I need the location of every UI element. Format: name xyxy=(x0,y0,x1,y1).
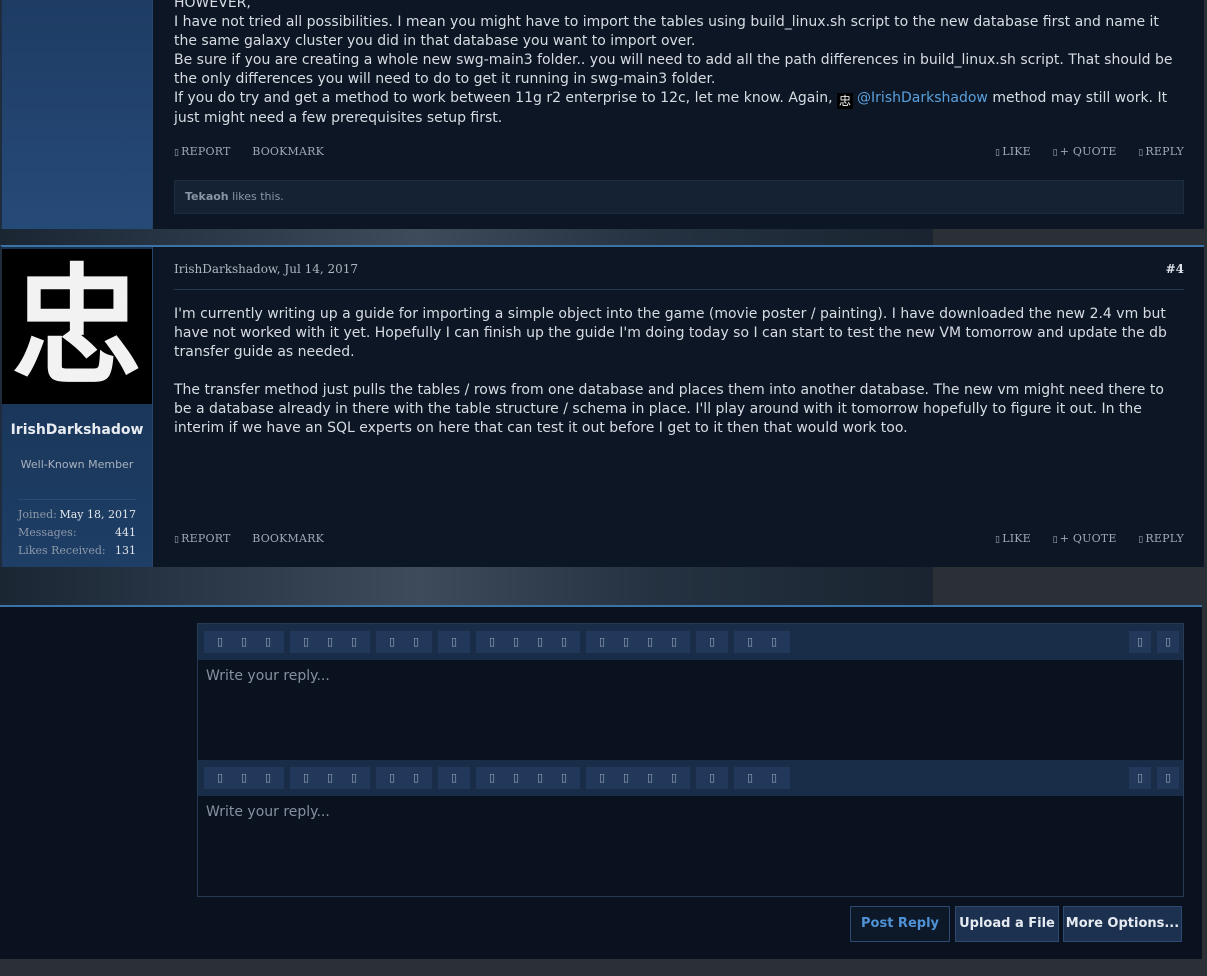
username-link[interactable]: IrishDarkshadow xyxy=(2,420,152,440)
undo-button[interactable]: ▯ xyxy=(700,767,724,789)
font-size-button[interactable]: ▯ xyxy=(342,631,366,653)
like-link[interactable]: ▯ LIKE xyxy=(995,532,1031,545)
post-message: I'm currently writing up a guide for imp… xyxy=(174,305,1184,438)
author-date-link[interactable]: IrishDarkshadow, Jul 14, 2017 xyxy=(174,262,358,276)
unlink-button[interactable]: ▯ xyxy=(404,631,428,653)
background-banner-strip xyxy=(0,229,933,245)
stat-label: Likes Received: xyxy=(18,544,106,557)
smilies-button[interactable]: ▯ xyxy=(480,631,504,653)
reply-link[interactable]: ▯ REPLY xyxy=(1138,532,1184,545)
quote-link[interactable]: ▯ + QUOTE xyxy=(1053,532,1117,545)
redo-button[interactable]: ▯ xyxy=(738,767,762,789)
align-button[interactable]: ▯ xyxy=(442,631,466,653)
post-meta: IrishDarkshadow, Jul 14, 2017 #4 xyxy=(174,262,1184,290)
save-draft-button[interactable]: ▯ xyxy=(1129,631,1151,653)
background-banner-strip xyxy=(0,565,933,605)
stat-label: Joined: xyxy=(18,508,57,521)
font-family-button[interactable]: ▯ xyxy=(318,767,342,789)
post-3: HOWEVER, I have not tried all possibilit… xyxy=(0,0,1204,229)
underline-button[interactable]: ▯ xyxy=(256,631,280,653)
avatar[interactable]: 忠 xyxy=(2,249,152,404)
toggle-bbcode-button[interactable]: ▯ xyxy=(1157,767,1179,789)
liker-name-link[interactable]: Tekaoh xyxy=(185,190,229,203)
insert-button[interactable]: ▯ xyxy=(552,631,576,653)
message-paragraph: The transfer method just pulls the table… xyxy=(174,382,1164,436)
stat-messages: Messages: 441 xyxy=(18,526,136,544)
remove-format-button[interactable]: ▯ xyxy=(762,767,786,789)
editor-toolbar: ▯ ▯ ▯ ▯ ▯ ▯ ▯ ▯ ▯ ▯ ▯ ▯ ▯ ▯ ▯ ▯ ▯ ▯ ▯ ▯ ▯ ▯ xyxy=(198,624,1183,660)
ordered-list-button[interactable]: ▯ xyxy=(614,631,638,653)
post-number-link[interactable]: #4 xyxy=(1166,262,1184,276)
reply-textarea[interactable]: Write your reply... xyxy=(198,660,1183,760)
smilies-button[interactable]: ▯ xyxy=(480,767,504,789)
reply-textarea[interactable]: Write your reply... xyxy=(198,796,1183,896)
reply-editor: ▯ ▯ ▯ ▯ ▯ ▯ ▯ ▯ ▯ ▯ ▯ ▯ ▯ ▯ ▯ ▯ ▯ ▯ ▯ ▯ ▯ ▯ Write yo… xyxy=(197,623,1184,897)
unlink-button[interactable]: ▯ xyxy=(404,767,428,789)
indent-button[interactable]: ▯ xyxy=(662,767,686,789)
likes-suffix: likes this. xyxy=(232,190,284,203)
media-button[interactable]: ▯ xyxy=(528,631,552,653)
bold-button[interactable]: ▯ xyxy=(208,631,232,653)
media-button[interactable]: ▯ xyxy=(528,767,552,789)
stat-label: Messages: xyxy=(18,526,77,539)
italic-button[interactable]: ▯ xyxy=(232,631,256,653)
user-stats: Joined: May 18, 2017 Messages: 441 Likes… xyxy=(18,499,136,562)
outdent-button[interactable]: ▯ xyxy=(638,631,662,653)
font-family-button[interactable]: ▯ xyxy=(318,631,342,653)
text-color-button[interactable]: ▯ xyxy=(294,767,318,789)
ordered-list-button[interactable]: ▯ xyxy=(614,767,638,789)
stat-joined: Joined: May 18, 2017 xyxy=(18,508,136,526)
insert-button[interactable]: ▯ xyxy=(552,767,576,789)
thumbs-up-icon: ▯ xyxy=(995,535,1001,545)
divider xyxy=(18,499,136,500)
image-button[interactable]: ▯ xyxy=(504,631,528,653)
bookmark-link[interactable]: BOOKMARK xyxy=(252,532,324,545)
undo-button[interactable]: ▯ xyxy=(700,631,724,653)
list-button[interactable]: ▯ xyxy=(590,767,614,789)
link-button[interactable]: ▯ xyxy=(380,631,404,653)
font-size-button[interactable]: ▯ xyxy=(342,767,366,789)
post-reply-button[interactable]: Post Reply xyxy=(850,906,950,942)
more-options-button[interactable]: More Options... xyxy=(1063,906,1182,942)
editor-toolbar: ▯ ▯ ▯ ▯ ▯ ▯ ▯ ▯ ▯ ▯ ▯ ▯ ▯ ▯ ▯ ▯ ▯ ▯ ▯ ▯ ▯ ▯ xyxy=(198,760,1183,796)
upload-file-button[interactable]: Upload a File xyxy=(955,906,1059,942)
save-draft-button[interactable]: ▯ xyxy=(1129,767,1151,789)
stat-value: 441 xyxy=(115,526,136,539)
stat-value: May 18, 2017 xyxy=(59,508,136,521)
user-title: Well-Known Member xyxy=(20,458,134,471)
post-user-column xyxy=(2,0,153,229)
post-4: 忠 IrishDarkshadow Well-Known Member Join… xyxy=(0,245,1204,567)
remove-format-button[interactable]: ▯ xyxy=(762,631,786,653)
bold-button[interactable]: ▯ xyxy=(208,767,232,789)
list-button[interactable]: ▯ xyxy=(590,631,614,653)
post-body: IrishDarkshadow, Jul 14, 2017 #4 I'm cur… xyxy=(174,247,1184,567)
likes-area: Tekaoh likes this. xyxy=(174,0,1184,229)
image-button[interactable]: ▯ xyxy=(504,767,528,789)
stat-value: 131 xyxy=(115,544,136,557)
post-user-column: 忠 IrishDarkshadow Well-Known Member Join… xyxy=(2,247,153,567)
report-link[interactable]: ▯ REPORT xyxy=(174,532,231,545)
stat-likes-received: Likes Received: 131 xyxy=(18,544,136,562)
reply-icon: ▯ xyxy=(1138,535,1144,545)
link-button[interactable]: ▯ xyxy=(380,767,404,789)
text-color-button[interactable]: ▯ xyxy=(294,631,318,653)
outdent-button[interactable]: ▯ xyxy=(638,767,662,789)
message-paragraph: I'm currently writing up a guide for imp… xyxy=(174,306,1167,360)
flag-icon: ▯ xyxy=(174,535,180,545)
likes-bar: Tekaoh likes this. xyxy=(174,180,1184,214)
indent-button[interactable]: ▯ xyxy=(662,631,686,653)
align-button[interactable]: ▯ xyxy=(442,767,466,789)
quote-icon: ▯ xyxy=(1052,535,1058,545)
underline-button[interactable]: ▯ xyxy=(256,767,280,789)
toggle-bbcode-button[interactable]: ▯ xyxy=(1157,631,1179,653)
italic-button[interactable]: ▯ xyxy=(232,767,256,789)
redo-button[interactable]: ▯ xyxy=(738,631,762,653)
